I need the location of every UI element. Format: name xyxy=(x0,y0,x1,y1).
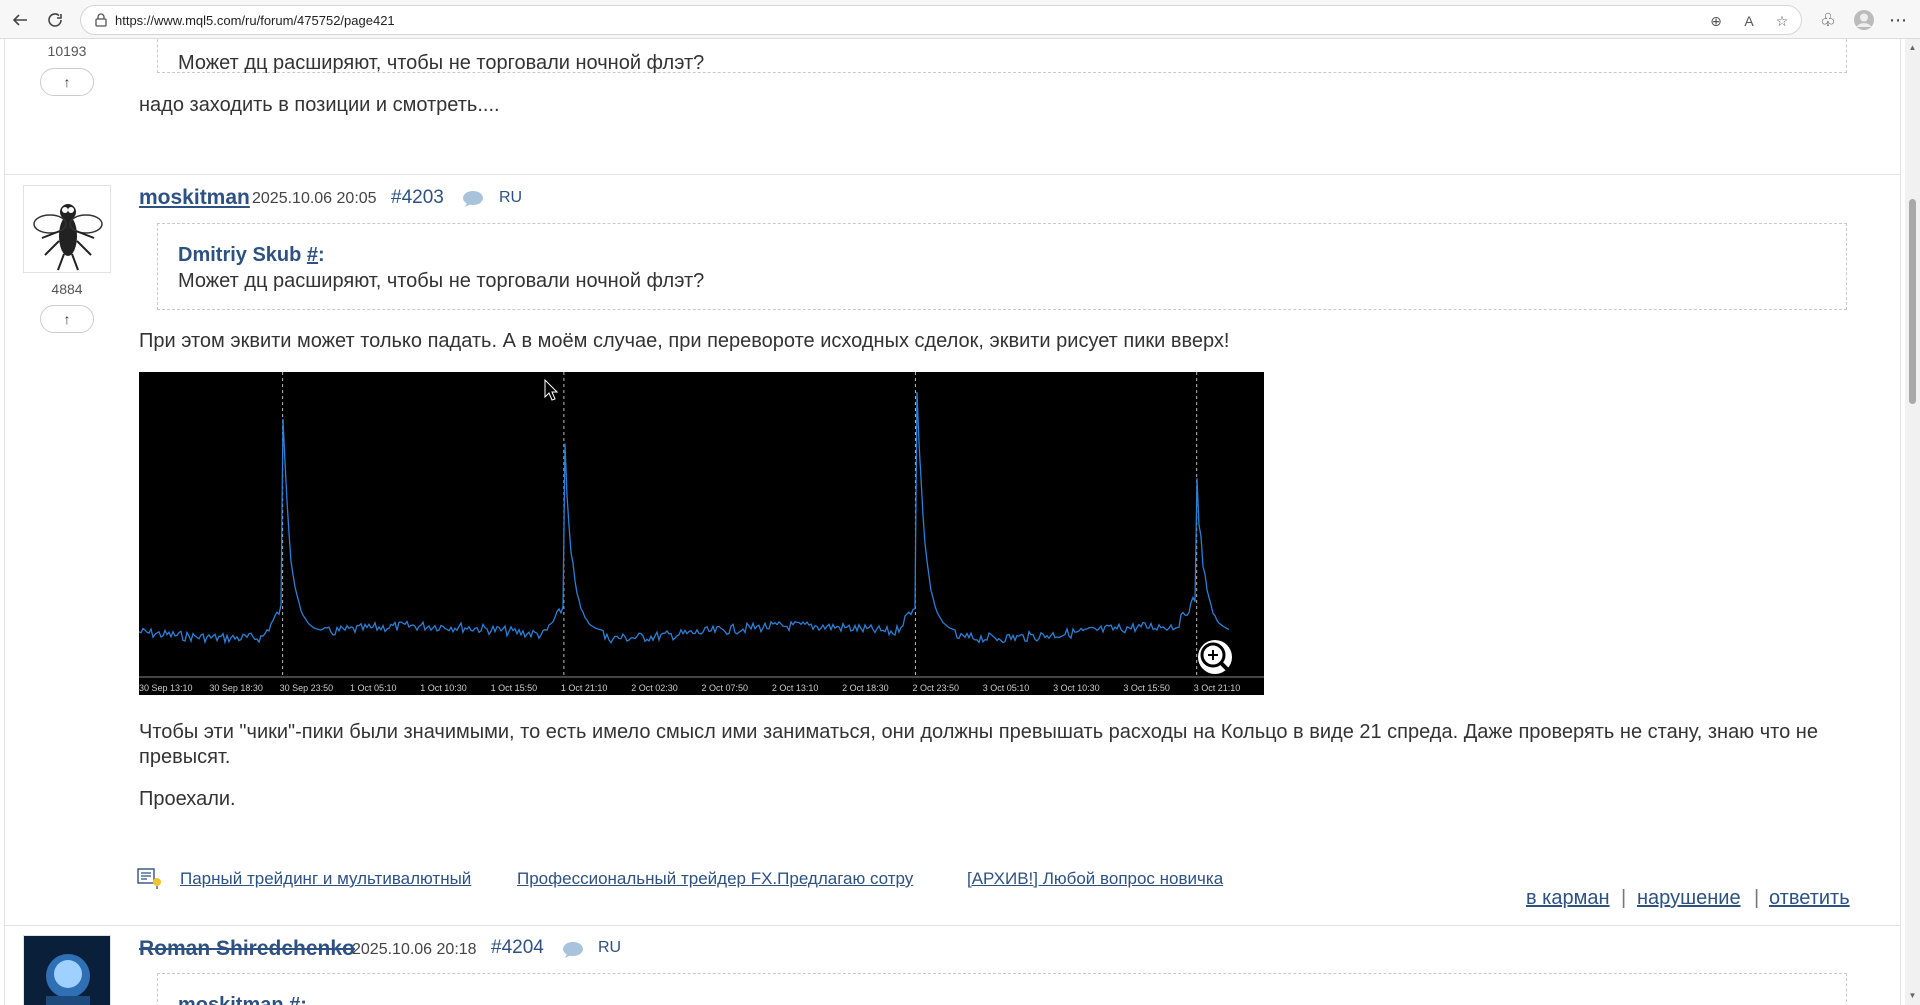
post-lang[interactable]: RU xyxy=(499,189,522,207)
equity-chart-image[interactable]: 30 Sep 13:10 30 Sep 18:30 30 Sep 23:50 1 Oc… xyxy=(138,372,1264,695)
arrow-up-icon: ↑ xyxy=(63,311,71,327)
scroll-up-arrow-icon[interactable]: ▲ xyxy=(1908,43,1917,52)
author-rating: 4884 xyxy=(51,281,83,297)
equity-chart: 30 Sep 13:10 30 Sep 18:30 30 Sep 23:50 1 Oc… xyxy=(138,372,1264,693)
zoom-icon[interactable]: ⊕ xyxy=(1706,11,1726,31)
action-separator: | xyxy=(1754,887,1760,909)
address-url[interactable]: https://www.mql5.com/ru/forum/475752/pag… xyxy=(115,13,395,28)
post-text-3: Проехали. xyxy=(139,788,236,810)
forum-page: Может дц расширяют, чтобы не торговали н… xyxy=(0,39,1905,1005)
x-tick-label: 2 Oct 07:50 xyxy=(702,683,749,693)
prev-scroll-up-button[interactable]: ↑ xyxy=(40,68,94,96)
x-tick-label: 30 Sep 23:50 xyxy=(280,683,334,693)
quote-author[interactable]: Dmitriy Skub #: xyxy=(178,244,325,267)
profile-avatar-icon[interactable] xyxy=(1852,8,1876,32)
quote-text: Может дц расширяют, чтобы не торговали н… xyxy=(178,270,705,292)
x-tick-label: 2 Oct 23:50 xyxy=(912,683,959,693)
scroll-thumb[interactable] xyxy=(1909,199,1916,404)
x-tick-label: 2 Oct 02:30 xyxy=(631,683,678,693)
x-tick-label: 30 Sep 18:30 xyxy=(209,683,263,693)
x-tick-label: 1 Oct 15:50 xyxy=(491,683,538,693)
translate-bubble-icon[interactable] xyxy=(462,190,484,208)
robot-avatar-icon xyxy=(24,936,110,1005)
x-tick-label: 1 Oct 21:10 xyxy=(561,683,608,693)
post-quote: Dmitriy Skub #: Может дц расширяют, чтоб… xyxy=(157,223,1847,310)
post-author[interactable]: moskitman xyxy=(139,186,250,210)
related-topics-icon xyxy=(137,867,163,891)
extensions-icon[interactable]: ♧ xyxy=(1816,8,1840,32)
quote-author-name[interactable]: Dmitriy Skub xyxy=(178,244,301,266)
next-post-author[interactable]: Roman Shiredchenko xyxy=(139,937,355,961)
mouse-cursor-icon xyxy=(544,378,559,401)
prev-author-rating: 10193 xyxy=(47,43,87,59)
post-separator xyxy=(4,925,1901,926)
translate-bubble-icon[interactable] xyxy=(562,941,584,959)
back-icon[interactable] xyxy=(8,8,32,32)
address-bar[interactable]: https://www.mql5.com/ru/forum/475752/pag… xyxy=(80,5,1802,35)
next-post-lang[interactable]: RU xyxy=(598,939,621,957)
more-menu-icon[interactable]: ⋯ xyxy=(1886,8,1910,32)
refresh-icon[interactable] xyxy=(43,8,67,32)
x-tick-label: 3 Oct 05:10 xyxy=(983,683,1030,693)
lock-icon xyxy=(93,12,109,28)
mosquito-avatar-icon xyxy=(33,204,103,271)
next-post-date: 2025.10.06 20:18 xyxy=(352,941,477,958)
violation-link[interactable]: нарушение xyxy=(1637,887,1741,910)
page-scrollbar[interactable]: ▲ ▼ xyxy=(1905,39,1920,1005)
x-tick-label: 1 Oct 05:10 xyxy=(350,683,397,693)
read-aloud-icon[interactable]: A xyxy=(1739,11,1759,31)
post-number[interactable]: #4203 xyxy=(391,187,444,209)
x-tick-label: 2 Oct 13:10 xyxy=(772,683,819,693)
pocket-link[interactable]: в карман xyxy=(1526,887,1610,910)
scroll-down-arrow-icon[interactable]: ▼ xyxy=(1908,991,1917,1000)
post-date: 2025.10.06 20:05 xyxy=(252,190,377,207)
related-topic-2[interactable]: Профессиональный трейдер FX.Предлагаю со… xyxy=(517,869,937,889)
quote-hash-link[interactable]: # xyxy=(307,244,318,266)
related-topic-1[interactable]: Парный трейдинг и мультивалютный xyxy=(180,869,486,889)
post-separator xyxy=(4,174,1901,175)
prev-quote-text: Может дц расширяют, чтобы не торговали н… xyxy=(178,52,705,74)
prev-quote: Может дц расширяют, чтобы не торговали н… xyxy=(157,39,1847,74)
post-text-2: Чтобы эти "чики"-пики были значимыми, то… xyxy=(139,721,1818,768)
browser-toolbar: https://www.mql5.com/ru/forum/475752/pag… xyxy=(0,0,1920,39)
next-quote-author[interactable]: moskitman #: xyxy=(178,994,307,1005)
reply-link[interactable]: ответить xyxy=(1769,887,1850,910)
post-text-1: При этом эквити может только падать. А в… xyxy=(139,330,1230,352)
magnifier-icon[interactable] xyxy=(1198,640,1233,675)
x-tick-label: 2 Oct 18:30 xyxy=(842,683,889,693)
x-tick-label: 3 Oct 15:50 xyxy=(1123,683,1170,693)
action-separator: | xyxy=(1621,887,1627,909)
scroll-up-button[interactable]: ↑ xyxy=(40,305,94,333)
next-post-quote: moskitman #: xyxy=(157,973,1847,1005)
x-tick-label: 1 Oct 10:30 xyxy=(420,683,467,693)
next-post-number[interactable]: #4204 xyxy=(491,937,544,959)
x-tick-label: 30 Sep 13:10 xyxy=(139,683,193,693)
quote-colon: : xyxy=(318,244,325,266)
favorite-star-icon[interactable]: ☆ xyxy=(1772,11,1792,31)
next-avatar[interactable] xyxy=(23,935,111,1005)
x-tick-label: 3 Oct 21:10 xyxy=(1194,683,1241,693)
arrow-up-icon: ↑ xyxy=(63,74,71,90)
related-topic-3[interactable]: [АРХИВ!] Любой вопрос новичка xyxy=(967,869,1242,889)
x-tick-label: 3 Oct 10:30 xyxy=(1053,683,1100,693)
avatar[interactable] xyxy=(23,185,111,273)
prev-reply-text: надо заходить в позиции и смотреть.... xyxy=(139,94,500,116)
